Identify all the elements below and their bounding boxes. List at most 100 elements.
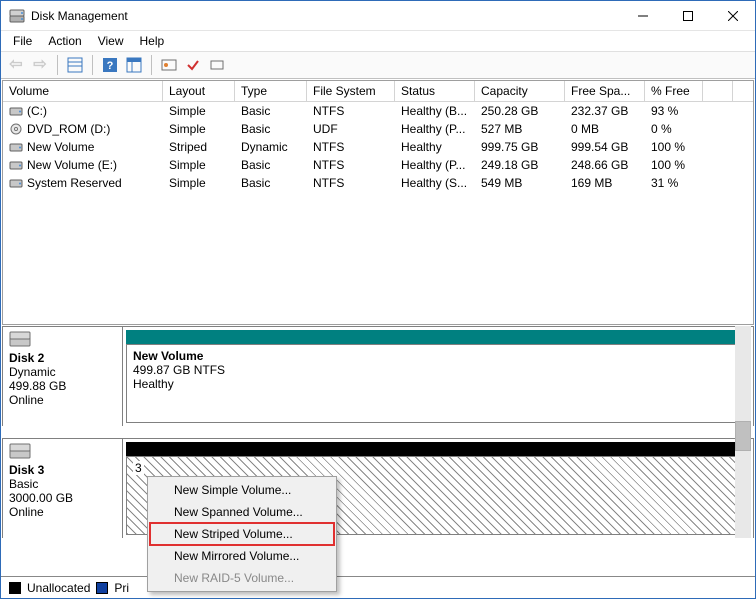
cell-status: Healthy: [395, 139, 475, 155]
cell-pct: 100 %: [645, 157, 703, 173]
toolbar-list-icon[interactable]: [64, 54, 86, 76]
cell-free: 248.66 GB: [565, 157, 645, 173]
col-volume[interactable]: Volume: [3, 81, 163, 101]
disk-2-volume-box[interactable]: New Volume 499.87 GB NTFS Healthy: [126, 344, 750, 423]
toolbar-graphic-icon[interactable]: [123, 54, 145, 76]
menu-action[interactable]: Action: [40, 32, 89, 50]
toolbar-box-icon[interactable]: [206, 54, 228, 76]
cell-pct: 93 %: [645, 103, 703, 119]
cell-free: 0 MB: [565, 121, 645, 137]
column-headers: Volume Layout Type File System Status Ca…: [3, 81, 753, 102]
toolbar: ⇦ ⇨ ?: [1, 51, 755, 79]
cell-status: Healthy (B...: [395, 103, 475, 119]
toolbar-check-icon[interactable]: [182, 54, 204, 76]
cell-type: Basic: [235, 175, 307, 191]
menubar: File Action View Help: [1, 31, 755, 51]
disk-2-info: Disk 2 Dynamic 499.88 GB Online: [3, 327, 123, 426]
cell-layout: Simple: [163, 103, 235, 119]
volume-name: (C:): [27, 104, 47, 118]
volume-status: Healthy: [133, 377, 743, 391]
cell-capacity: 249.18 GB: [475, 157, 565, 173]
disk-3-info: Disk 3 Basic 3000.00 GB Online: [3, 439, 123, 538]
col-filesystem[interactable]: File System: [307, 81, 395, 101]
disk-3-color-bar: [126, 442, 750, 456]
drive-icon: [9, 159, 23, 171]
cell-type: Basic: [235, 157, 307, 173]
disk-2-volumes: New Volume 499.87 GB NTFS Healthy: [123, 327, 753, 426]
cell-fs: NTFS: [307, 175, 395, 191]
cell-capacity: 250.28 GB: [475, 103, 565, 119]
disk-3-row[interactable]: Disk 3 Basic 3000.00 GB Online 3: [2, 438, 754, 538]
col-capacity[interactable]: Capacity: [475, 81, 565, 101]
cell-pct: 31 %: [645, 175, 703, 191]
disk-2-row[interactable]: Disk 2 Dynamic 499.88 GB Online New Volu…: [2, 326, 754, 426]
volume-rows: (C:)SimpleBasicNTFSHealthy (B...250.28 G…: [3, 102, 753, 324]
separator: [151, 55, 152, 75]
separator: [92, 55, 93, 75]
minimize-button[interactable]: [620, 1, 665, 30]
menu-new-raid5-volume: New RAID-5 Volume...: [150, 567, 334, 589]
cell-pct: 100 %: [645, 139, 703, 155]
cell-capacity: 527 MB: [475, 121, 565, 137]
menu-new-spanned-volume[interactable]: New Spanned Volume...: [150, 501, 334, 523]
volume-name: System Reserved: [27, 176, 122, 190]
close-button[interactable]: [710, 1, 755, 30]
menu-new-mirrored-volume[interactable]: New Mirrored Volume...: [150, 545, 334, 567]
separator: [57, 55, 58, 75]
volume-row[interactable]: New VolumeStripedDynamicNTFSHealthy999.7…: [3, 138, 753, 156]
maximize-button[interactable]: [665, 1, 710, 30]
cell-layout: Simple: [163, 175, 235, 191]
legend: Unallocated Pri: [1, 576, 755, 598]
col-status[interactable]: Status: [395, 81, 475, 101]
scrollbar-thumb[interactable]: [735, 421, 751, 451]
help-button[interactable]: ?: [99, 54, 121, 76]
menu-help[interactable]: Help: [132, 32, 173, 50]
toolbar-settings-icon[interactable]: [158, 54, 180, 76]
cell-layout: Simple: [163, 157, 235, 173]
cell-layout: Striped: [163, 139, 235, 155]
disk-2-size: 499.88 GB: [9, 379, 116, 393]
menu-new-simple-volume[interactable]: New Simple Volume...: [150, 479, 334, 501]
legend-unalloc-swatch: [9, 582, 21, 594]
col-layout[interactable]: Layout: [163, 81, 235, 101]
volume-row[interactable]: New Volume (E:)SimpleBasicNTFSHealthy (P…: [3, 156, 753, 174]
legend-primary-swatch: [96, 582, 108, 594]
volume-name: New Volume: [27, 140, 94, 154]
col-pctfree[interactable]: % Free: [645, 81, 703, 101]
cell-fs: NTFS: [307, 139, 395, 155]
cell-pct: 0 %: [645, 121, 703, 137]
cell-layout: Simple: [163, 121, 235, 137]
disk-2-color-bar: [126, 330, 750, 344]
cell-type: Basic: [235, 121, 307, 137]
disk-2-label: Disk 2: [9, 351, 116, 365]
legend-unalloc-label: Unallocated: [27, 581, 90, 595]
cell-fs: UDF: [307, 121, 395, 137]
drive-icon: [9, 177, 23, 189]
disk-2-state: Online: [9, 393, 116, 407]
cell-status: Healthy (S...: [395, 175, 475, 191]
volume-name: DVD_ROM (D:): [27, 122, 110, 136]
back-button[interactable]: ⇦: [5, 54, 27, 76]
volume-list: Volume Layout Type File System Status Ca…: [2, 80, 754, 325]
disk-3-label: Disk 3: [9, 463, 116, 477]
disk-3-type: Basic: [9, 477, 116, 491]
cell-type: Dynamic: [235, 139, 307, 155]
volume-row[interactable]: DVD_ROM (D:)SimpleBasicUDFHealthy (P...5…: [3, 120, 753, 138]
volume-row[interactable]: (C:)SimpleBasicNTFSHealthy (B...250.28 G…: [3, 102, 753, 120]
col-free[interactable]: Free Spa...: [565, 81, 645, 101]
menu-file[interactable]: File: [5, 32, 40, 50]
disk-3-state: Online: [9, 505, 116, 519]
volume-row[interactable]: System Reserved SimpleBasicNTFSHealthy (S…: [3, 174, 753, 192]
menu-new-striped-volume[interactable]: New Striped Volume...: [150, 523, 334, 545]
menu-view[interactable]: View: [90, 32, 132, 50]
disk-graphical-view: Disk 2 Dynamic 499.88 GB Online New Volu…: [2, 326, 754, 575]
volume-name: New Volume: [133, 349, 743, 363]
disk-2-type: Dynamic: [9, 365, 116, 379]
forward-button[interactable]: ⇨: [29, 54, 51, 76]
col-extra[interactable]: [703, 81, 733, 101]
legend-primary-label: Pri: [114, 581, 129, 595]
drive-icon: [9, 141, 23, 153]
col-type[interactable]: Type: [235, 81, 307, 101]
titlebar: Disk Management: [1, 1, 755, 31]
cell-free: 232.37 GB: [565, 103, 645, 119]
